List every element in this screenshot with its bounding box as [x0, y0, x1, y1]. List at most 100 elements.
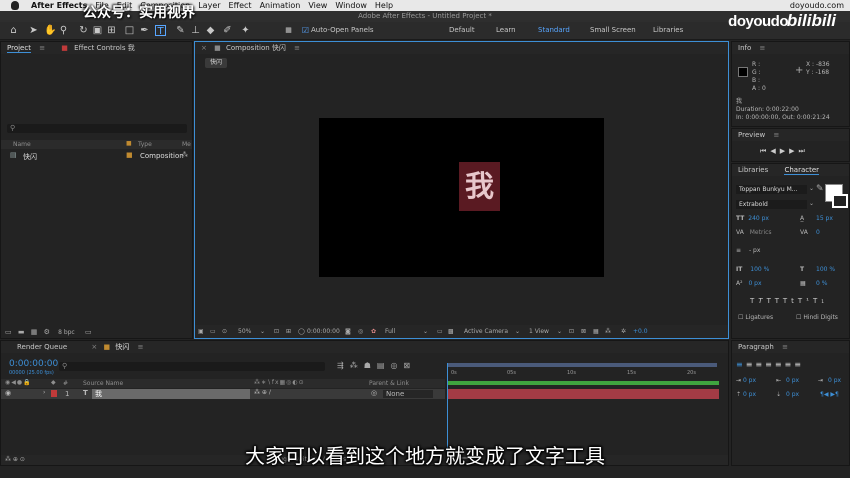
color-channel-icon[interactable]: ✿ — [371, 325, 376, 338]
layer-duration-bar[interactable] — [447, 389, 719, 399]
work-area-range[interactable] — [447, 381, 719, 385]
justify-last-left-icon[interactable]: ≡ — [765, 360, 775, 369]
exposure-value[interactable]: +0.0 — [633, 325, 648, 338]
ligatures-option[interactable]: ☐ Ligatures — [738, 314, 773, 321]
subscript-icon[interactable]: T₁ — [813, 297, 828, 305]
comp-subtab[interactable]: 快闪 — [205, 58, 228, 68]
zoom-tool-icon[interactable]: ⚲ — [58, 25, 69, 36]
text-layer-preview[interactable]: 我 — [459, 162, 500, 211]
kerning-value[interactable]: Metrics — [750, 229, 772, 236]
grid-icon[interactable]: ⊞ — [286, 325, 291, 338]
paragraph-menu-icon[interactable]: ≡ — [782, 343, 788, 351]
tab-effect-controls[interactable]: Effect Controls 我 — [74, 44, 135, 52]
menu-view[interactable]: View — [308, 1, 327, 10]
visibility-eye-icon[interactable]: ◉ — [5, 389, 11, 397]
col-me[interactable]: Me — [182, 141, 191, 148]
home-icon[interactable]: ⌂ — [8, 25, 19, 36]
tab-timeline-comp[interactable]: 快闪 — [115, 343, 129, 351]
indent-left-value[interactable]: 0 px — [743, 377, 756, 384]
rectangle-tool-icon[interactable]: □ — [124, 25, 135, 36]
rotate-tool-icon[interactable]: ↻ — [78, 25, 89, 36]
timeline-search-input[interactable]: ⚲ — [59, 362, 325, 371]
always-preview-icon[interactable]: ▣ — [198, 325, 204, 338]
shy-layers-icon[interactable]: ☗ — [364, 361, 377, 370]
pen-tool-icon[interactable]: ✒ — [139, 25, 150, 36]
panel-toggle-icon[interactable]: ▦ — [283, 25, 294, 36]
timeline-layer-row[interactable]: ◉ › 1 T 我 ⁂ ⊕ ∕ ◎ None — [1, 389, 445, 399]
exposure-reset-icon[interactable]: ✲ — [621, 325, 626, 338]
layer-switches-icons[interactable]: ⁂ ⊕ ∕ — [254, 389, 271, 396]
leading-value[interactable]: 15 px — [816, 215, 833, 222]
menu-help[interactable]: Help — [375, 1, 393, 10]
eraser-tool-icon[interactable]: ◆ — [205, 25, 216, 36]
menu-effect[interactable]: Effect — [229, 1, 252, 10]
toggle-pixel-icon[interactable]: ⊡ — [569, 325, 574, 338]
align-left-icon[interactable]: ≡ — [736, 360, 746, 369]
direction-icons[interactable]: ¶◀ ▶¶ — [820, 391, 839, 398]
style-dropdown-icon[interactable]: ⌄ — [809, 200, 814, 207]
new-comp-icon[interactable]: ▦ — [31, 328, 38, 336]
selection-tool-icon[interactable]: ➤ — [28, 25, 39, 36]
workspace-learn[interactable]: Learn — [496, 26, 516, 34]
justify-last-right-icon[interactable]: ≡ — [785, 360, 795, 369]
baseline-value[interactable]: 0 px — [748, 280, 761, 287]
tab-composition[interactable]: Composition 快闪 — [226, 44, 286, 52]
menu-layer[interactable]: Layer — [198, 1, 220, 10]
superscript-icon[interactable]: T¹ — [798, 297, 813, 305]
col-source-name[interactable]: Source Name — [83, 380, 123, 387]
tab-info[interactable]: Info — [738, 44, 751, 52]
resolution-dropdown-icon[interactable]: ⌄ — [423, 325, 428, 338]
transparency-grid-icon[interactable]: ▩ — [448, 325, 454, 338]
motion-blur-icon[interactable]: ◎ — [390, 361, 403, 370]
menu-app[interactable]: After Effects — [31, 1, 87, 10]
view-layout-select[interactable]: 1 View — [529, 325, 549, 338]
roto-brush-tool-icon[interactable]: ✐ — [222, 25, 233, 36]
align-right-icon[interactable]: ≡ — [755, 360, 765, 369]
eyedropper-icon[interactable]: ✎ — [816, 184, 824, 194]
panel-menu-icon[interactable]: ≡ — [294, 44, 300, 52]
vr-icon[interactable]: ⊙ — [222, 325, 227, 338]
font-style-select[interactable]: Extrabold — [736, 200, 807, 209]
font-dropdown-icon[interactable]: ⌄ — [809, 185, 814, 192]
zoom-select[interactable]: 50% — [238, 325, 251, 338]
stroke-width-value[interactable]: - px — [749, 247, 760, 254]
stroke-color-swatch[interactable] — [832, 194, 848, 208]
all-caps-icon[interactable]: TT — [767, 297, 783, 305]
close-icon[interactable]: × — [201, 44, 207, 52]
space-before-value[interactable]: 0 px — [743, 391, 756, 398]
puppet-tool-icon[interactable]: ✦ — [240, 25, 251, 36]
settings-icon[interactable]: ⚙ — [44, 328, 50, 336]
brush-tool-icon[interactable]: ✎ — [175, 25, 186, 36]
font-family-select[interactable]: Toppan Bunkyu M... — [736, 185, 807, 194]
play-icon[interactable]: ▶ — [780, 147, 789, 155]
show-snapshot-icon[interactable]: ◎ — [358, 325, 363, 338]
time-ruler[interactable]: 0s 05s 10s 15s 20s — [447, 370, 719, 380]
fit-icon[interactable]: ⊡ — [274, 325, 279, 338]
menu-animation[interactable]: Animation — [260, 1, 301, 10]
pan-behind-tool-icon[interactable]: ⊞ — [106, 25, 117, 36]
project-item[interactable]: ▤ 快闪 ■ Composition ⁂ — [1, 151, 192, 161]
tab-render-queue[interactable]: Render Queue — [17, 343, 67, 351]
indent-right-value[interactable]: 0 px — [786, 377, 799, 384]
tab-libraries[interactable]: Libraries — [738, 166, 768, 174]
timeline-menu-icon[interactable]: ≡ — [138, 343, 144, 351]
col-parent-link[interactable]: Parent & Link — [369, 380, 409, 387]
prev-frame-icon[interactable]: ◀ — [770, 147, 779, 155]
timeline-icon[interactable]: ▦ — [593, 325, 599, 338]
first-line-indent-value[interactable]: 0 px — [828, 377, 841, 384]
view-dropdown-icon[interactable]: ⌄ — [557, 325, 562, 338]
hindi-option[interactable]: ☐ Hindi Digits — [796, 314, 838, 321]
faux-italic-icon[interactable]: T — [758, 297, 766, 305]
ligatures-checkbox[interactable]: ☐ — [738, 314, 743, 321]
resolution-select[interactable]: Full — [385, 325, 395, 338]
workspace-standard[interactable]: Standard — [538, 26, 570, 34]
tab-project[interactable]: Project — [7, 44, 31, 53]
work-area-fill[interactable] — [447, 363, 717, 367]
bpc-label[interactable]: 8 bpc — [58, 329, 75, 336]
clone-stamp-tool-icon[interactable]: ⊥ — [190, 25, 201, 36]
tab-paragraph[interactable]: Paragraph — [738, 343, 774, 351]
space-after-value[interactable]: 0 px — [786, 391, 799, 398]
menu-window[interactable]: Window — [335, 1, 367, 10]
workspace-default[interactable]: Default — [449, 26, 475, 34]
trash-icon[interactable]: ▭ — [85, 328, 92, 336]
